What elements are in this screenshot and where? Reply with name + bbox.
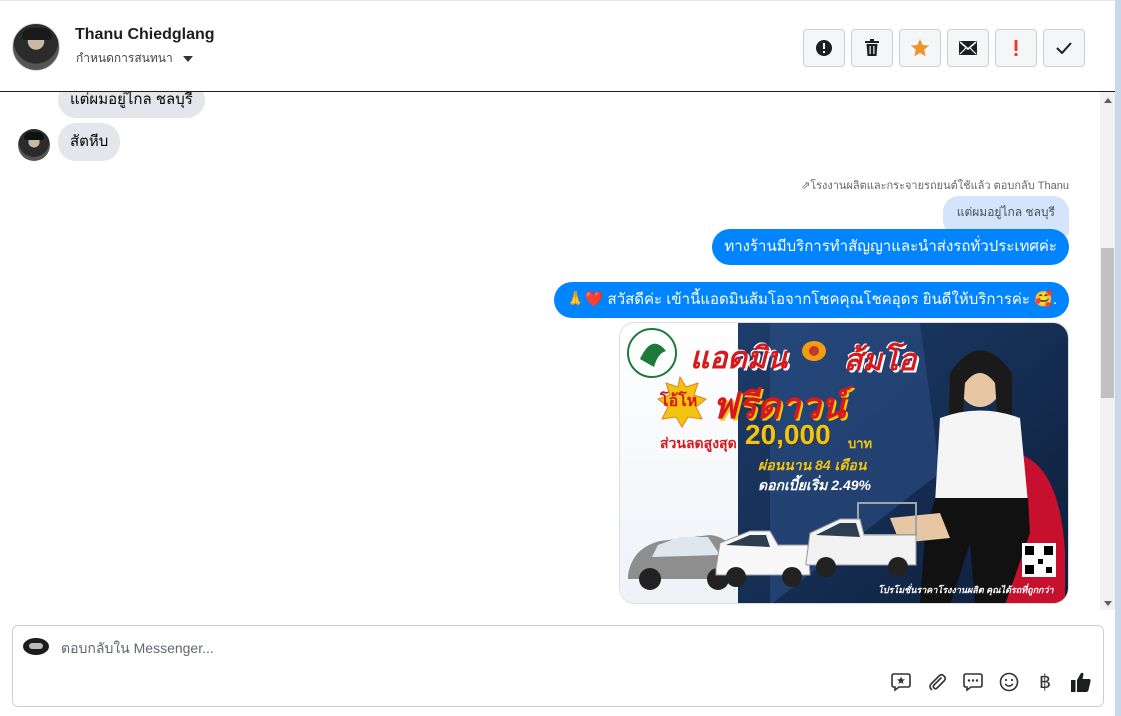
header-actions: [803, 29, 1085, 67]
window-edge: [1115, 0, 1121, 716]
follow-up-button[interactable]: [995, 29, 1037, 67]
attach-button[interactable]: [925, 670, 949, 694]
thread-scrollbar[interactable]: [1100, 92, 1115, 610]
promo-title-left: แอดมิน: [690, 342, 788, 375]
conversation-header: Thanu Chiedglang กำหนดการสนทนา: [0, 0, 1115, 92]
paperclip-icon: [929, 673, 947, 691]
incoming-message[interactable]: แต่ผมอยู่ไกล ชลบุรี: [58, 92, 205, 118]
scroll-thumb[interactable]: [1101, 248, 1114, 398]
reply-composer: ฿: [12, 625, 1104, 707]
baht-icon: ฿: [1038, 671, 1052, 693]
payment-button[interactable]: ฿: [1033, 670, 1057, 694]
reply-meta: ⇗โรงงานผลิตและกระจายรถยนต์ใช้แล้ว ตอบกลั…: [801, 176, 1069, 194]
page-avatar: [23, 638, 49, 655]
assign-label: กำหนดการสนทนา: [76, 51, 173, 65]
promo-footer: โปรโมชั่นราคาโรงงานผลิต คุณได้รถที่ถูกกว…: [878, 585, 1054, 595]
outgoing-message[interactable]: ทางร้านมีบริการทำสัญญาและนำส่งรถทั่วประเ…: [712, 229, 1069, 265]
star-button[interactable]: [899, 29, 941, 67]
incoming-message[interactable]: สัตหีบ: [58, 123, 121, 161]
contact-name[interactable]: Thanu Chiedglang: [75, 26, 215, 44]
chat-button[interactable]: [961, 670, 985, 694]
smiley-icon: [999, 672, 1019, 692]
composer-tools: ฿: [889, 670, 1093, 694]
exclamation-icon: [1014, 40, 1018, 56]
assign-conversation-dropdown[interactable]: กำหนดการสนทนา: [76, 49, 193, 68]
thumbs-up-icon: [1071, 672, 1091, 692]
alert-circle-icon: [816, 40, 832, 56]
promo-title-right: ส้มโอ: [844, 344, 917, 377]
star-icon: [911, 39, 929, 57]
reply-input[interactable]: [61, 638, 961, 658]
chat-bubble-icon: [963, 673, 983, 692]
scroll-down-arrow-icon[interactable]: [1104, 601, 1112, 606]
scroll-up-arrow-icon[interactable]: [1104, 98, 1112, 103]
contact-avatar[interactable]: [12, 23, 60, 71]
delete-button[interactable]: [851, 29, 893, 67]
promo-discount-unit: บาท: [848, 436, 873, 451]
promo-discount-label: ส่วนลดสูงสุด: [660, 435, 737, 451]
like-button[interactable]: [1069, 670, 1093, 694]
star-bubble-icon: [891, 673, 911, 692]
outgoing-message[interactable]: 🙏❤️ สวัสดีค่ะ เข้านี้แอดมินส้มโอจากโชคคุ…: [554, 282, 1069, 318]
sender-avatar[interactable]: [18, 129, 50, 161]
promo-badge: โอ้โห: [660, 393, 698, 410]
spam-button[interactable]: [803, 29, 845, 67]
promo-interest: ดอกเบี้ยเริ่ม 2.49%: [758, 477, 871, 493]
reply-meta-text: โรงงานผลิตและกระจายรถยนต์ใช้แล้ว ตอบกลับ…: [810, 180, 1069, 192]
reply-arrow-icon: ⇗: [800, 180, 811, 192]
promo-image[interactable]: แอดมิน ส้มโอ โอ้โห ฟรีดาวน์ ส่วนลดสูงสุด…: [619, 322, 1069, 604]
caret-down-icon: [182, 55, 193, 62]
saved-replies-button[interactable]: [889, 670, 913, 694]
done-button[interactable]: [1043, 29, 1085, 67]
emoji-button[interactable]: [997, 670, 1021, 694]
check-icon: [1056, 42, 1072, 54]
mark-unread-button[interactable]: [947, 29, 989, 67]
message-thread[interactable]: แต่ผมอยู่ไกล ชลบุรี สัตหีบ ⇗โรงงานผลิตแล…: [0, 92, 1100, 610]
trash-icon: [865, 39, 879, 56]
promo-installment: ผ่อนนาน 84 เดือน: [758, 457, 867, 473]
promo-discount-value: 20,000: [745, 419, 831, 450]
envelope-icon: [959, 41, 977, 55]
